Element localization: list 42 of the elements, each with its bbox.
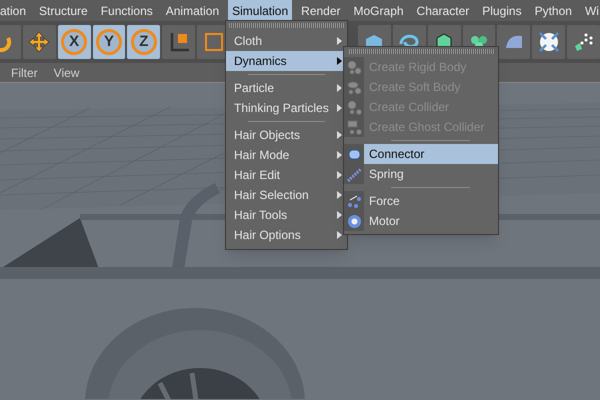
menu-item[interactable]: Particle [226, 78, 347, 98]
menu-item[interactable]: Force [344, 191, 498, 211]
toolbar-button[interactable] [532, 25, 566, 59]
toolbar-button[interactable] [22, 25, 56, 59]
tear-off-strip[interactable] [229, 23, 344, 28]
viewport-menu-item[interactable]: Filter [11, 64, 38, 82]
menu-bar-item[interactable]: MoGraph [350, 0, 408, 21]
spring-icon [346, 166, 362, 182]
toolbar-button[interactable] [162, 25, 196, 59]
menu-item[interactable]: Hair Selection [226, 185, 347, 205]
menu-bar-item[interactable]: Plugins [478, 0, 526, 21]
menu-bar-item[interactable]: Functions [96, 0, 157, 21]
menu-item[interactable]: Hair Options [226, 225, 347, 245]
axis-toggle-button[interactable]: Z [127, 25, 160, 59]
menu-item[interactable]: Connector [344, 144, 498, 164]
menu-item[interactable]: Hair Edit [226, 165, 347, 185]
menu-bar-item[interactable]: Render [297, 0, 345, 21]
dots-icon [346, 192, 362, 210]
bubbles-icon [346, 118, 362, 136]
move-arrows-icon [27, 30, 52, 54]
expand-arrows-icon [536, 30, 561, 54]
viewport-menu-item[interactable]: View [54, 64, 80, 82]
menu-bar-item[interactable]: Python [530, 0, 576, 21]
menu-item[interactable]: Spring [344, 164, 498, 184]
menu-item[interactable]: Motor [344, 211, 498, 231]
menu-item[interactable]: Thinking Particles [226, 98, 347, 118]
toolbar-button[interactable] [567, 25, 600, 59]
axis-toggle-button[interactable]: X [58, 25, 91, 59]
menu-item[interactable]: Hair Tools [226, 205, 347, 225]
menu-item[interactable]: Hair Objects [226, 125, 347, 145]
menu-bar-item[interactable]: Simulation [228, 0, 292, 21]
menu-item[interactable]: Cloth [226, 31, 347, 51]
menu-bar-item[interactable]: Wi [580, 0, 600, 21]
bubbles-icon [346, 78, 362, 96]
bubbles-icon [346, 58, 362, 76]
axis-toggle-button[interactable]: Y [92, 25, 126, 59]
menu-bar-item[interactable]: Animation [162, 0, 224, 21]
menu-bar-item[interactable]: ation [0, 0, 30, 21]
menu-item[interactable]: Hair Mode [226, 145, 347, 165]
menu-bar-item[interactable]: Character [412, 0, 474, 21]
menu-bar-item[interactable]: Structure [35, 0, 92, 21]
bubbles-icon [346, 98, 362, 116]
